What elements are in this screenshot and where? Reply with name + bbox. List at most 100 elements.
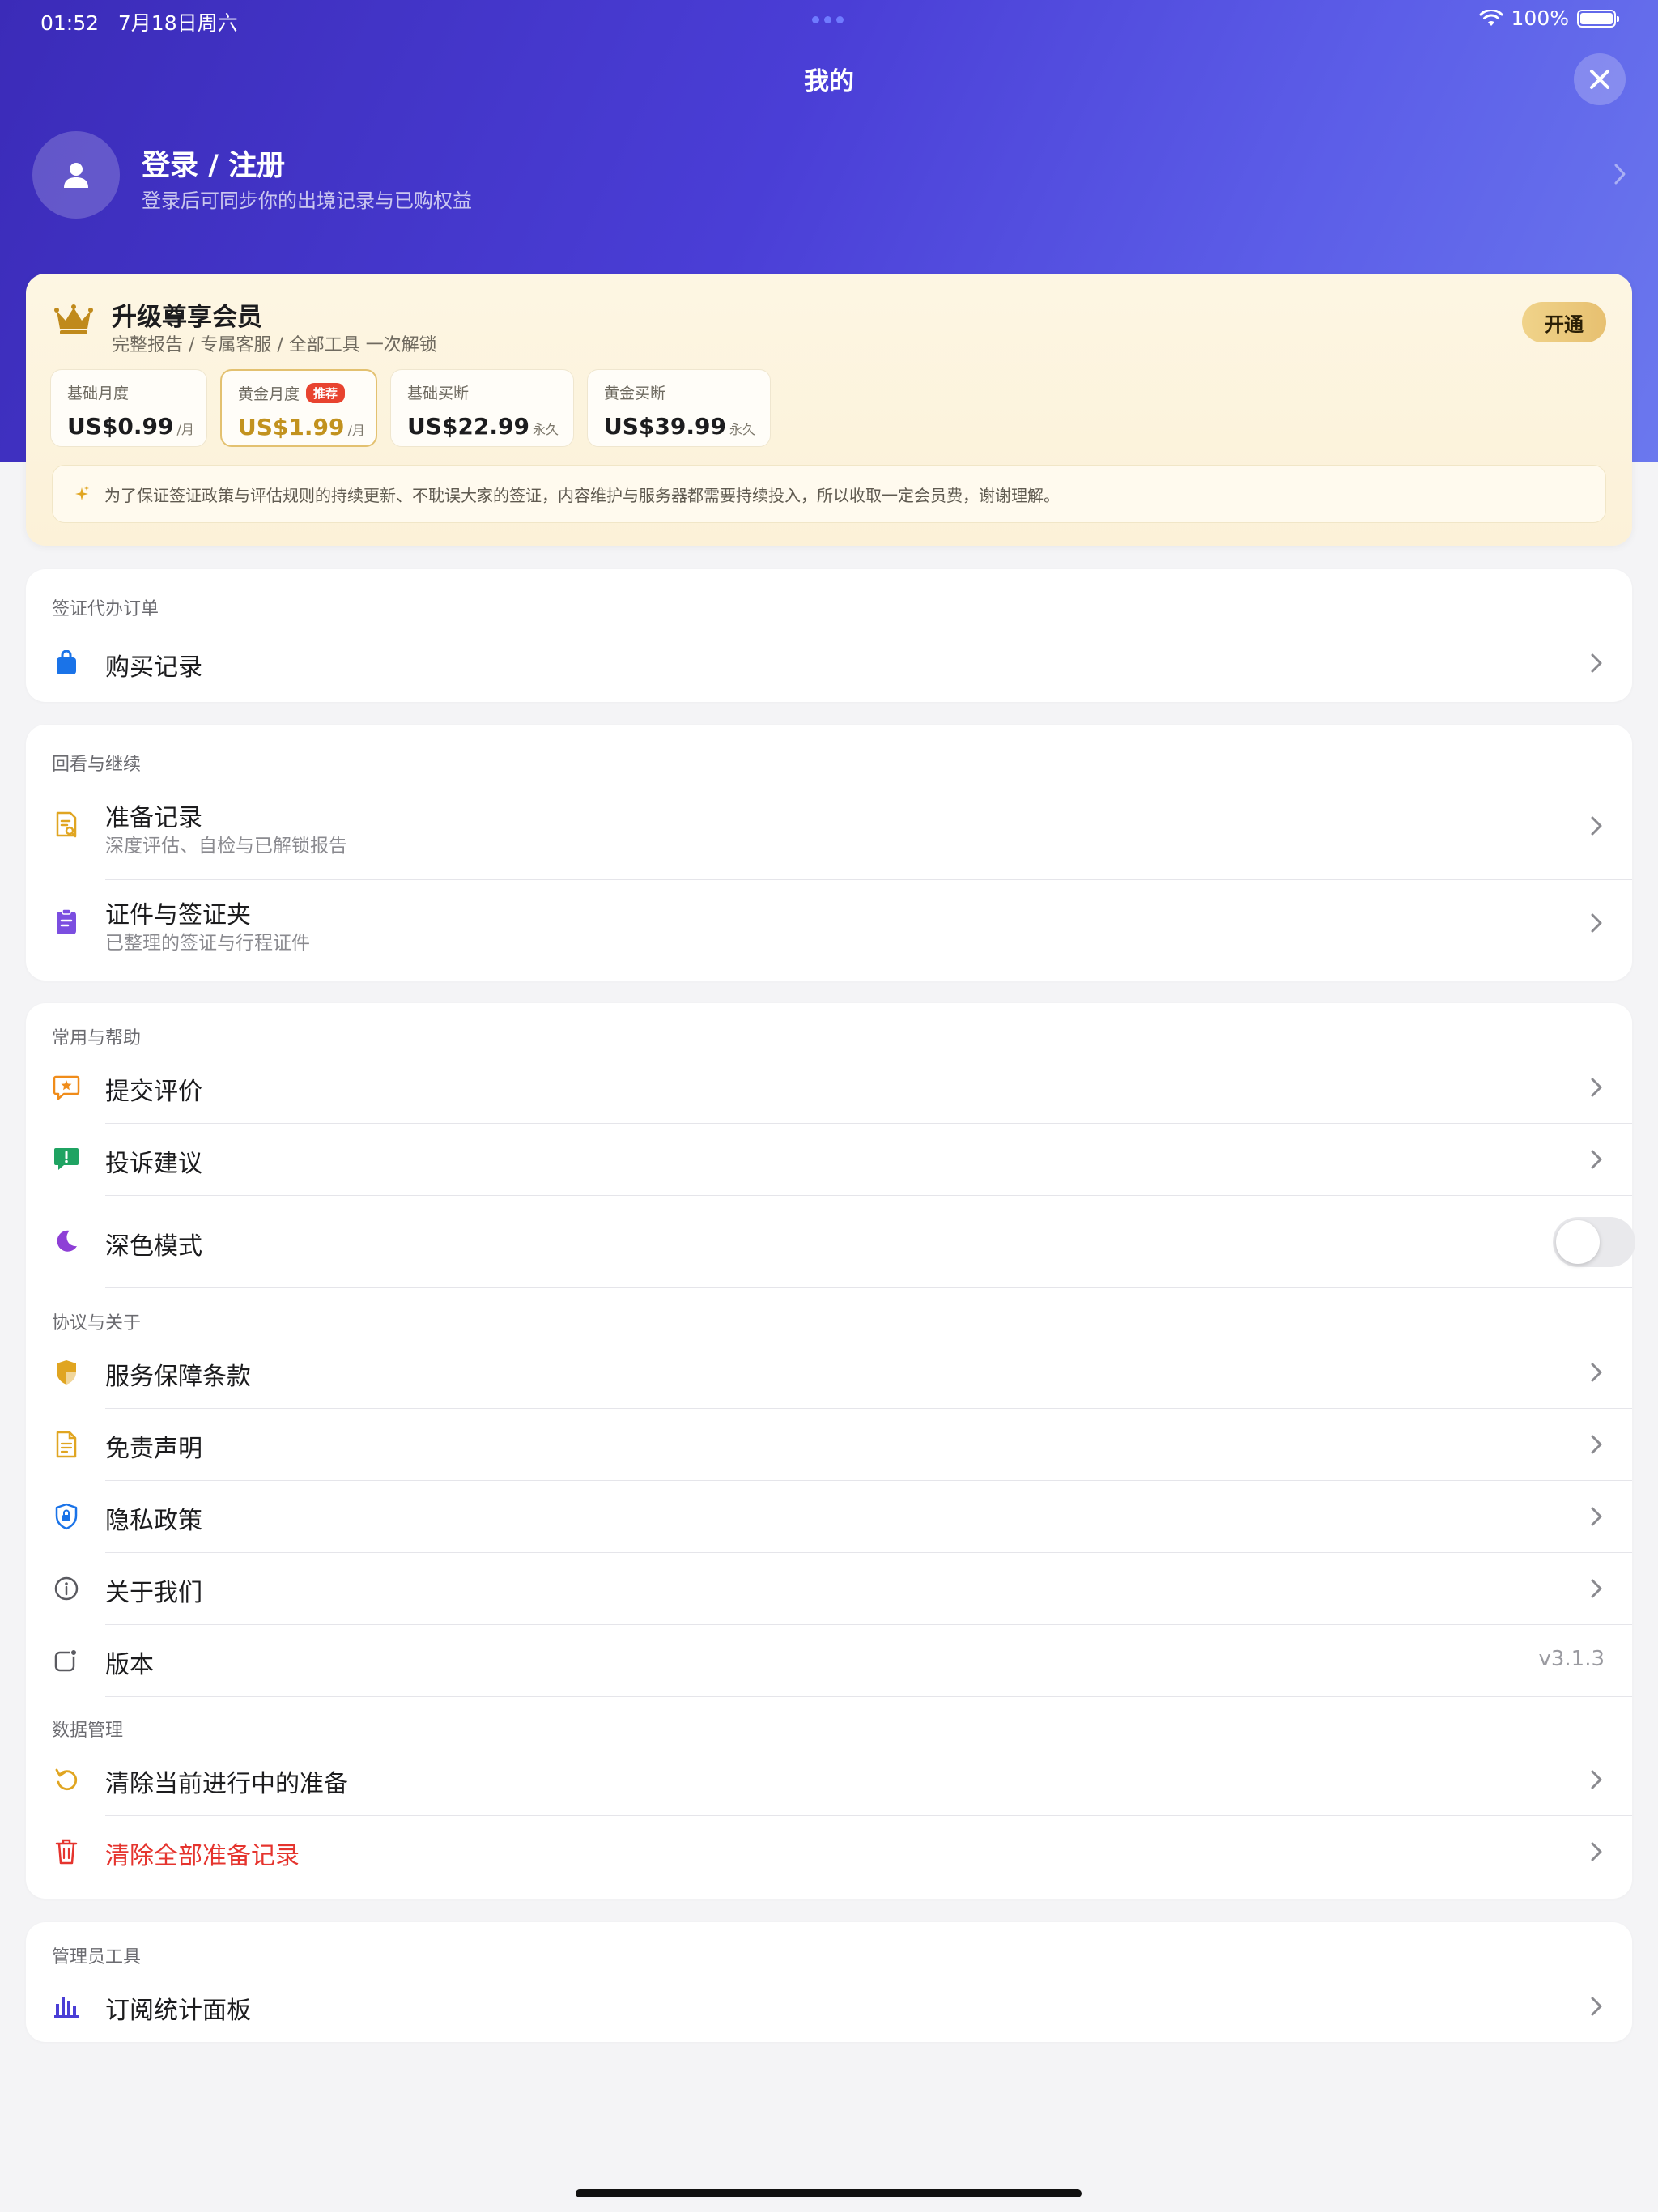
plan-name: 黄金月度 xyxy=(238,385,300,403)
membership-subtitle: 完整报告 / 专属客服 / 全部工具 一次解锁 xyxy=(112,335,437,355)
purchase-records-row[interactable]: 购买记录 xyxy=(26,627,1632,699)
chevron-right-icon xyxy=(1591,1997,1602,2016)
chevron-right-icon xyxy=(1591,1435,1602,1454)
section-label: 管理员工具 xyxy=(52,1947,142,1967)
plan-price: US$1.99 xyxy=(238,414,345,440)
chevron-right-icon xyxy=(1591,913,1602,933)
disclaimer-row[interactable]: 免责声明 xyxy=(26,1409,1632,1481)
plan-price: US$39.99 xyxy=(604,413,726,440)
crown-icon xyxy=(54,304,93,334)
multitasking-dots[interactable] xyxy=(812,16,844,23)
login-row[interactable]: 登录 / 注册 登录后可同步你的出境记录与已购权益 xyxy=(32,131,1627,219)
notice-text: 为了保证签证政策与评估规则的持续更新、不耽误大家的签证，内容维护与服务器都需要持… xyxy=(104,485,1060,505)
row-subtitle: 深度评估、自检与已解锁报告 xyxy=(105,836,347,857)
plan-basic-lifetime[interactable]: 基础买断 US$22.99 永久 xyxy=(390,369,574,447)
version-row: 版本 v3.1.3 xyxy=(26,1625,1632,1697)
row-title: 证件与签证夹 xyxy=(105,901,251,929)
row-title: 版本 xyxy=(105,1651,154,1679)
close-button[interactable] xyxy=(1574,53,1626,105)
plan-name: 基础月度 xyxy=(67,385,130,402)
dark-mode-toggle[interactable] xyxy=(1553,1217,1635,1267)
plan-unit: /月 xyxy=(347,423,365,438)
chevron-right-icon xyxy=(1591,816,1602,836)
document-search-icon xyxy=(52,810,81,840)
plan-unit: 永久 xyxy=(532,422,559,437)
chevron-right-icon xyxy=(1614,164,1626,185)
open-membership-button[interactable]: 开通 xyxy=(1522,302,1606,342)
reset-icon xyxy=(52,1765,81,1794)
chevron-right-icon xyxy=(1591,1770,1602,1789)
chevron-right-icon xyxy=(1591,653,1602,673)
app-badge-icon xyxy=(52,1646,81,1675)
plan-name: 黄金买断 xyxy=(604,385,666,402)
row-title: 订阅统计面板 xyxy=(105,1997,251,2025)
visa-orders-card: 签证代办订单 购买记录 xyxy=(26,569,1632,702)
plan-gold-lifetime[interactable]: 黄金买断 US$39.99 永久 xyxy=(587,369,771,447)
home-indicator[interactable] xyxy=(576,2189,1082,2197)
page-title: 我的 xyxy=(804,67,854,96)
row-title: 免责声明 xyxy=(105,1435,202,1463)
clear-current-row[interactable]: 清除当前进行中的准备 xyxy=(26,1744,1632,1816)
row-title: 隐私政策 xyxy=(105,1507,202,1535)
user-icon xyxy=(64,163,88,188)
login-subtitle: 登录后可同步你的出境记录与已购权益 xyxy=(142,189,472,212)
row-title: 清除全部准备记录 xyxy=(105,1842,300,1870)
membership-card: 升级尊享会员 完整报告 / 专属客服 / 全部工具 一次解锁 开通 基础月度 U… xyxy=(26,274,1632,546)
membership-notice: 为了保证签证政策与评估规则的持续更新、不耽误大家的签证，内容维护与服务器都需要持… xyxy=(52,465,1606,523)
bar-chart-icon xyxy=(52,1992,81,2021)
chevron-right-icon xyxy=(1591,1842,1602,1861)
alert-message-icon xyxy=(52,1145,81,1174)
info-icon xyxy=(52,1574,81,1603)
plan-name: 基础买断 xyxy=(407,385,470,402)
clear-all-row[interactable]: 清除全部准备记录 xyxy=(26,1816,1632,1888)
plan-list: 基础月度 US$0.99/月 黄金月度 推荐 US$1.99/月 基础买断 US$… xyxy=(50,369,771,447)
status-indicators: 100% xyxy=(1479,6,1619,30)
shopping-bag-icon xyxy=(52,649,81,678)
privacy-policy-row[interactable]: 隐私政策 xyxy=(26,1481,1632,1553)
row-title: 服务保障条款 xyxy=(105,1363,251,1391)
about-us-row[interactable]: 关于我们 xyxy=(26,1553,1632,1625)
chevron-right-icon xyxy=(1591,1078,1602,1097)
plan-unit: 永久 xyxy=(729,422,755,437)
plan-gold-monthly[interactable]: 黄金月度 推荐 US$1.99/月 xyxy=(220,369,377,447)
chevron-right-icon xyxy=(1591,1363,1602,1382)
preparation-records-row[interactable]: 准备记录 深度评估、自检与已解锁报告 xyxy=(26,783,1632,880)
documents-folder-row[interactable]: 证件与签证夹 已整理的签证与行程证件 xyxy=(26,880,1632,977)
avatar xyxy=(32,131,120,219)
row-title: 清除当前进行中的准备 xyxy=(105,1770,348,1798)
divider xyxy=(105,1287,1632,1288)
submit-review-row[interactable]: 提交评价 xyxy=(26,1052,1632,1124)
plan-basic-monthly[interactable]: 基础月度 US$0.99/月 xyxy=(50,369,207,447)
review-card: 回看与继续 准备记录 深度评估、自检与已解锁报告 证件与签证夹 已整理的签证与行… xyxy=(26,725,1632,981)
row-title: 关于我们 xyxy=(105,1579,202,1607)
status-bar: 01:52 7月18日周六 100% xyxy=(0,0,1658,39)
close-icon xyxy=(1590,70,1609,89)
settings-card: 常用与帮助 提交评价 投诉建议 深色模式 协议与关于 服务保障条款 免责声明 隐… xyxy=(26,1003,1635,1899)
row-title: 深色模式 xyxy=(105,1232,202,1261)
divider xyxy=(105,1696,1632,1697)
sparkle-icon xyxy=(75,486,89,500)
subscription-stats-row[interactable]: 订阅统计面板 xyxy=(26,1971,1632,2040)
plan-price: US$0.99 xyxy=(67,413,174,440)
section-label: 回看与继续 xyxy=(52,755,142,775)
battery-percent: 100% xyxy=(1511,6,1569,30)
chevron-right-icon xyxy=(1591,1579,1602,1598)
service-terms-row[interactable]: 服务保障条款 xyxy=(26,1337,1632,1409)
row-title: 提交评价 xyxy=(105,1078,202,1106)
dark-mode-row: 深色模式 xyxy=(26,1196,1635,1288)
row-title: 投诉建议 xyxy=(105,1150,202,1178)
section-label: 数据管理 xyxy=(52,1721,124,1741)
chevron-right-icon xyxy=(1591,1507,1602,1526)
battery-icon xyxy=(1577,9,1619,28)
lock-shield-icon xyxy=(52,1502,81,1531)
section-label: 协议与关于 xyxy=(52,1313,142,1334)
wifi-icon xyxy=(1479,9,1503,26)
status-time: 01:52 7月18日周六 xyxy=(40,11,238,35)
section-label: 签证代办订单 xyxy=(52,599,159,619)
version-value: v3.1.3 xyxy=(1538,1647,1605,1671)
feedback-row[interactable]: 投诉建议 xyxy=(26,1124,1632,1196)
status-date: 7月18日周六 xyxy=(117,11,238,35)
recommended-badge: 推荐 xyxy=(306,383,346,403)
plan-price: US$22.99 xyxy=(407,413,529,440)
star-message-icon xyxy=(52,1073,81,1102)
